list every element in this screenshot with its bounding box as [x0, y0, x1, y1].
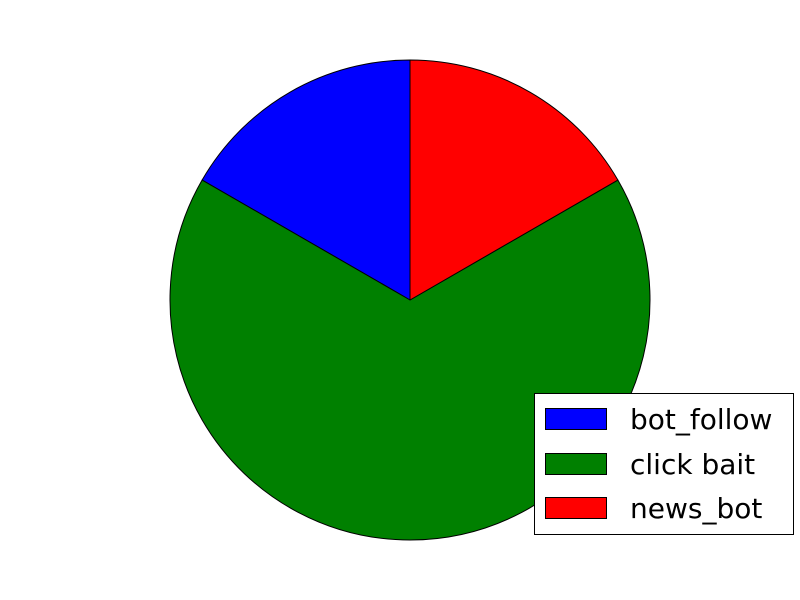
legend-item-bot-follow: bot_follow [545, 399, 772, 439]
legend: bot_follow click bait news_bot [534, 393, 794, 535]
legend-item-click-bait: click bait [545, 444, 755, 484]
legend-label-click-bait: click bait [630, 447, 756, 481]
legend-swatch-news-bot [545, 497, 607, 519]
legend-label-news-bot: news_bot [630, 491, 763, 525]
legend-swatch-click-bait [545, 453, 607, 475]
legend-swatch-bot-follow [545, 408, 607, 430]
legend-label-bot-follow: bot_follow [630, 402, 773, 436]
legend-item-news-bot: news_bot [545, 488, 762, 528]
